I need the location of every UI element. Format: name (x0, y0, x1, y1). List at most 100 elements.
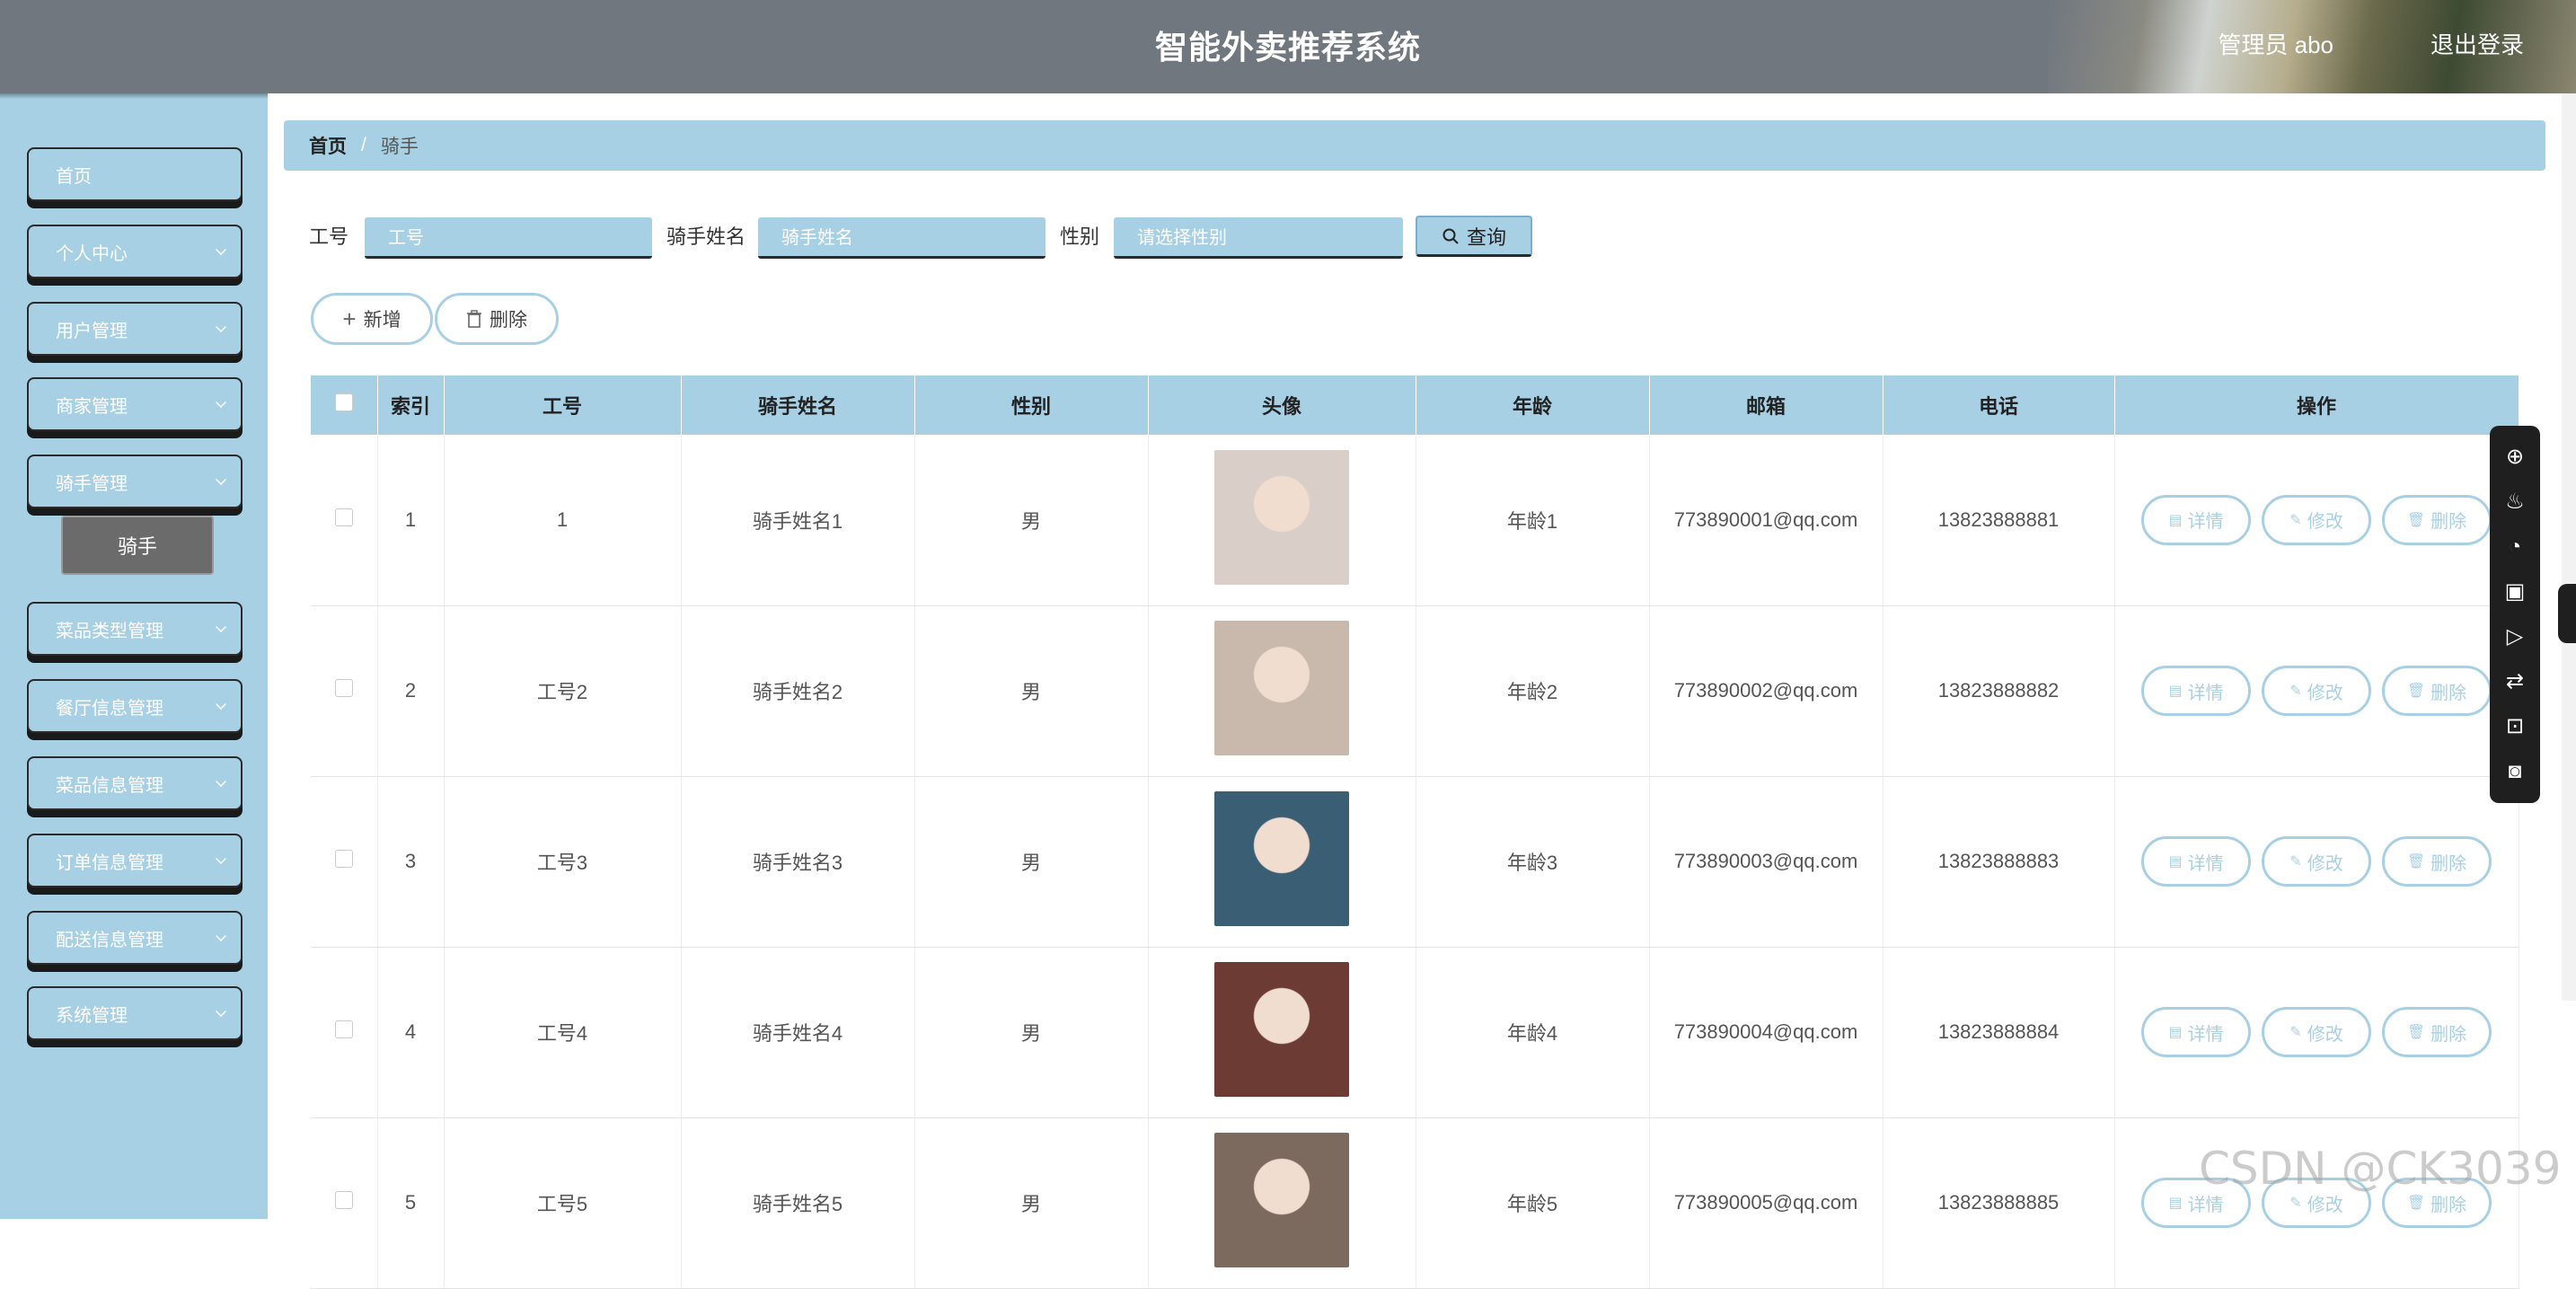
cell-name: 骑手姓名1 (681, 435, 915, 606)
sidebar-item-7[interactable]: 菜品信息管理 (27, 756, 243, 810)
cell-index: 2 (377, 605, 445, 777)
zoom-icon[interactable]: ⊕ (2506, 446, 2524, 468)
cell-actions: ▤ 详情 ✎ 修改 🗑 删除 (2114, 776, 2519, 948)
camera-icon[interactable]: ◙ (2509, 761, 2522, 782)
chevron-down-icon (216, 699, 226, 710)
row-select-cell[interactable] (311, 776, 378, 948)
row-checkbox[interactable] (334, 1020, 353, 1038)
sidebar-item-0[interactable]: 首页 (27, 147, 243, 201)
rider-name-input[interactable]: 骑手姓名 (758, 217, 1045, 259)
select-all-cell[interactable] (311, 375, 378, 435)
delete-icon: 🗑 (2406, 512, 2426, 528)
sidebar-item-label: 商家管理 (56, 396, 128, 417)
cell-gender: 男 (914, 605, 1149, 777)
col-header-phone: 电话 (1883, 375, 2115, 435)
row-checkbox[interactable] (334, 1191, 353, 1209)
sidebar-item-1[interactable]: 个人中心 (27, 225, 243, 278)
table-row: 4 工号4 骑手姓名4 男 年龄4 773890004@qq.com 13823888884… (311, 947, 2519, 1118)
job-no-input[interactable]: 工号 (365, 217, 652, 259)
cell-phone: 13823888882 (1883, 605, 2115, 777)
row-detail-button[interactable]: ▤ 详情 (2141, 1007, 2251, 1057)
row-select-cell[interactable] (311, 605, 378, 777)
row-delete-button[interactable]: 🗑 删除 (2382, 836, 2492, 887)
page-scrollbar[interactable] (2562, 93, 2576, 1001)
sidebar-subitem-rider[interactable]: 骑手 (61, 516, 214, 575)
sidebar-item-label: 系统管理 (56, 1005, 128, 1026)
cell-phone: 13823888884 (1883, 947, 2115, 1118)
delete-icon: 🗑 (2406, 1025, 2426, 1040)
cell-avatar (1148, 605, 1416, 777)
edit-icon: ✎ (2289, 854, 2302, 870)
add-button-label: 新增 (363, 310, 401, 331)
avatar-image (1214, 621, 1349, 755)
row-select-cell[interactable] (311, 435, 378, 606)
sidebar-item-9[interactable]: 配送信息管理 (27, 911, 243, 965)
row-detail-button[interactable]: ▤ 详情 (2141, 494, 2251, 545)
cell-job-no: 工号4 (444, 947, 682, 1118)
batch-delete-button[interactable]: 删除 (435, 293, 559, 345)
swap-icon[interactable]: ⇄ (2506, 671, 2524, 693)
crop-icon[interactable]: ⊡ (2506, 716, 2524, 737)
logout-link[interactable]: 退出登录 (2430, 27, 2524, 60)
play-icon[interactable]: ▷ (2507, 626, 2523, 648)
chevron-down-icon (216, 322, 226, 332)
row-edit-button[interactable]: ✎ 修改 (2262, 836, 2371, 887)
avatar-image (1214, 962, 1349, 1097)
search-button[interactable]: 查询 (1416, 216, 1532, 257)
cell-actions: ▤ 详情 ✎ 修改 🗑 删除 (2114, 435, 2519, 606)
sidebar-item-label: 用户管理 (56, 321, 128, 341)
sidebar-item-8[interactable]: 订单信息管理 (27, 834, 243, 887)
sidebar-item-10[interactable]: 系统管理 (27, 986, 243, 1040)
col-header-actions: 操作 (2114, 375, 2519, 435)
video-icon[interactable]: ▣ (2505, 581, 2526, 603)
row-select-cell[interactable] (311, 947, 378, 1118)
row-delete-button[interactable]: 🗑 删除 (2382, 1007, 2492, 1057)
gender-select[interactable]: 请选择性别 (1114, 217, 1403, 259)
cell-email: 773890003@qq.com (1649, 776, 1883, 948)
cell-job-no: 1 (444, 435, 682, 606)
chevron-down-icon (216, 397, 226, 408)
cell-avatar (1148, 435, 1416, 606)
sidebar-item-2[interactable]: 用户管理 (27, 302, 243, 356)
delete-icon: 🗑 (2406, 1196, 2426, 1211)
sidebar-item-label: 订单信息管理 (56, 852, 163, 873)
cell-job-no: 工号2 (444, 605, 682, 777)
sidebar-item-5[interactable]: 菜品类型管理 (27, 602, 243, 656)
row-detail-button[interactable]: ▤ 详情 (2141, 666, 2251, 716)
sidebar-item-label: 首页 (56, 166, 92, 187)
row-checkbox[interactable] (334, 850, 353, 868)
edit-icon: ✎ (2289, 1196, 2302, 1211)
row-checkbox[interactable] (334, 679, 353, 697)
row-detail-button[interactable]: ▤ 详情 (2141, 836, 2251, 887)
search-icon (1442, 228, 1459, 244)
chevron-down-icon (216, 244, 226, 255)
cell-job-no: 工号5 (444, 1117, 682, 1289)
edit-icon: ✎ (2289, 1025, 2302, 1040)
sidebar-item-6[interactable]: 餐厅信息管理 (27, 679, 243, 733)
detail-label: 详情 (2187, 853, 2224, 874)
cell-gender: 男 (914, 435, 1149, 606)
rider-table: 索引 工号 骑手姓名 性别 头像 年龄 邮箱 电话 操作 1 1 骑手姓名1 男年龄1… (311, 375, 2519, 1289)
row-delete-button[interactable]: 🗑 删除 (2382, 494, 2492, 545)
delete-label: 删除 (2430, 853, 2467, 874)
collapse-handle[interactable] (2558, 584, 2576, 643)
row-checkbox[interactable] (334, 508, 353, 526)
row-delete-button[interactable]: 🗑 删除 (2382, 666, 2492, 716)
select-all-checkbox[interactable] (334, 393, 353, 411)
row-select-cell[interactable] (311, 1117, 378, 1289)
add-button[interactable]: + 新增 (311, 293, 433, 345)
avatar-image (1214, 1133, 1349, 1267)
cell-index: 3 (377, 776, 445, 948)
breadcrumb-home[interactable]: 首页 (309, 132, 347, 159)
flame-icon[interactable]: ♨ (2505, 491, 2525, 513)
gauge-icon[interactable]: ◔ (2509, 536, 2522, 558)
row-edit-button[interactable]: ✎ 修改 (2262, 494, 2371, 545)
col-header-name: 骑手姓名 (681, 375, 915, 435)
cell-index: 5 (377, 1117, 445, 1289)
cell-email: 773890001@qq.com (1649, 435, 1883, 606)
sidebar-item-3[interactable]: 商家管理 (27, 377, 243, 431)
sidebar-item-4[interactable]: 骑手管理 (27, 455, 243, 508)
row-edit-button[interactable]: ✎ 修改 (2262, 1007, 2371, 1057)
row-edit-button[interactable]: ✎ 修改 (2262, 666, 2371, 716)
table-body: 1 1 骑手姓名1 男年龄1 773890001@qq.com 13823888881 ▤ 详… (311, 435, 2519, 1289)
